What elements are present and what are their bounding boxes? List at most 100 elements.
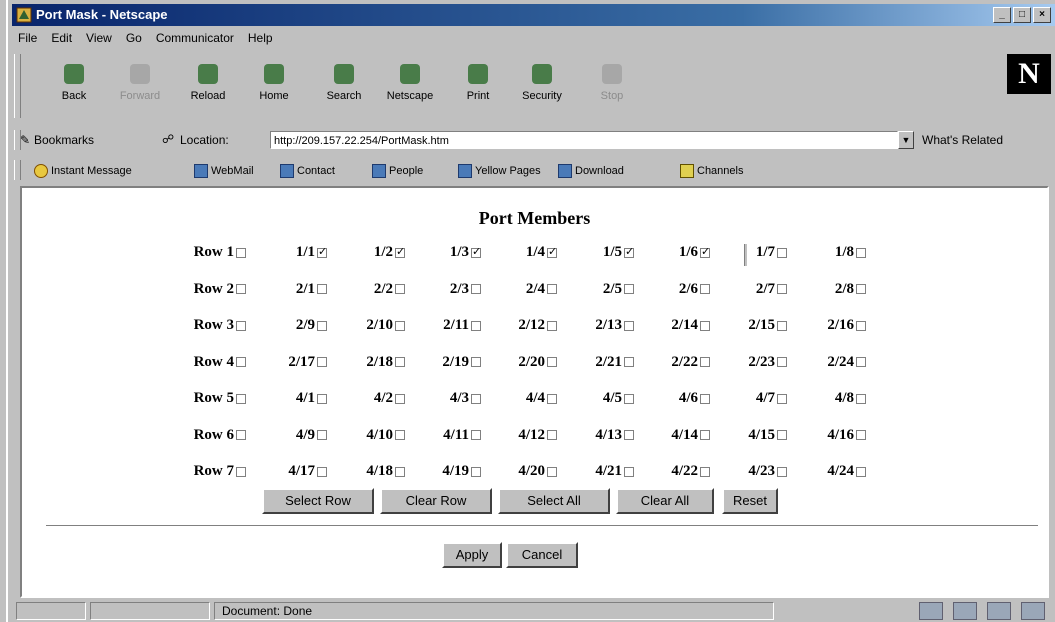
apply-button[interactable]: Apply [442,542,502,568]
checkbox[interactable] [700,284,710,294]
checkbox[interactable] [700,357,710,367]
checkbox[interactable] [624,284,634,294]
port-1-3[interactable]: 1/3 [450,244,481,261]
port-4-16[interactable]: 4/16 [827,427,866,444]
row-2-select[interactable]: Row 2 [194,281,246,298]
port-4-1[interactable]: 4/1 [296,390,327,407]
row-6-select[interactable]: Row 6 [194,427,246,444]
checkbox[interactable] [856,247,866,258]
port-2-20[interactable]: 2/20 [518,354,557,371]
links-grip[interactable] [14,160,21,180]
checkbox[interactable] [777,284,787,294]
checkbox[interactable] [624,393,634,404]
row-4-select[interactable]: Row 4 [194,354,246,371]
checkbox[interactable] [317,320,327,331]
port-2-2[interactable]: 2/2 [374,281,405,298]
cancel-button[interactable]: Cancel [506,542,578,568]
checkbox[interactable] [236,393,246,404]
checkbox[interactable] [856,320,866,331]
checkbox[interactable] [624,245,634,258]
port-4-20[interactable]: 4/20 [518,463,557,480]
mail-icon[interactable] [953,602,977,620]
checkbox[interactable] [547,393,557,404]
checkbox[interactable] [317,284,327,294]
menu-go[interactable]: Go [126,31,142,45]
link-channels[interactable]: Channels [680,164,743,178]
menu-help[interactable]: Help [248,31,273,45]
back-button[interactable]: Back [44,54,104,120]
checkbox[interactable] [236,284,246,294]
checkbox[interactable] [624,357,634,367]
checkbox[interactable] [395,245,405,258]
clear-all-button[interactable]: Clear All [616,488,714,514]
port-4-12[interactable]: 4/12 [518,427,557,444]
checkbox[interactable] [856,393,866,404]
port-1-2[interactable]: 1/2 [374,244,405,261]
checkbox[interactable] [317,430,327,440]
checkbox[interactable] [547,284,557,294]
port-4-23[interactable]: 4/23 [748,463,787,480]
port-4-4[interactable]: 4/4 [526,390,557,407]
port-4-24[interactable]: 4/24 [827,463,866,480]
port-2-5[interactable]: 2/5 [603,281,634,298]
port-4-10[interactable]: 4/10 [366,427,405,444]
checkbox[interactable] [856,284,866,294]
port-2-10[interactable]: 2/10 [366,317,405,334]
port-2-13[interactable]: 2/13 [595,317,634,334]
port-4-6[interactable]: 4/6 [679,390,710,407]
row-3-select[interactable]: Row 3 [194,317,246,334]
checkbox[interactable] [777,320,787,331]
checkbox[interactable] [317,466,327,477]
port-2-18[interactable]: 2/18 [366,354,405,371]
port-4-3[interactable]: 4/3 [450,390,481,407]
navigator-icon[interactable] [919,602,943,620]
checkbox[interactable] [395,430,405,440]
checkbox[interactable] [547,357,557,367]
port-2-9[interactable]: 2/9 [296,317,327,334]
search-button[interactable]: Search [314,54,374,120]
checkbox[interactable] [395,320,405,331]
toolbar-grip[interactable] [14,54,21,118]
port-2-7[interactable]: 2/7 [756,281,787,298]
url-dropdown[interactable]: ▼ [898,131,914,149]
link-instant-message[interactable]: Instant Message [34,164,132,178]
port-2-22[interactable]: 2/22 [671,354,710,371]
link-contact[interactable]: Contact [280,164,335,178]
checkbox[interactable] [700,430,710,440]
select-all-button[interactable]: Select All [498,488,610,514]
port-2-16[interactable]: 2/16 [827,317,866,334]
checkbox[interactable] [856,466,866,477]
port-1-5[interactable]: 1/5 [603,244,634,261]
port-2-19[interactable]: 2/19 [442,354,481,371]
clear-row-button[interactable]: Clear Row [380,488,492,514]
checkbox[interactable] [395,466,405,477]
maximize-button[interactable]: □ [1013,7,1031,23]
port-2-15[interactable]: 2/15 [748,317,787,334]
port-2-14[interactable]: 2/14 [671,317,710,334]
port-2-3[interactable]: 2/3 [450,281,481,298]
forward-button[interactable]: Forward [110,54,170,120]
checkbox[interactable] [547,245,557,258]
home-button[interactable]: Home [244,54,304,120]
port-4-13[interactable]: 4/13 [595,427,634,444]
menu-communicator[interactable]: Communicator [156,31,234,45]
port-2-8[interactable]: 2/8 [835,281,866,298]
row-7-select[interactable]: Row 7 [194,463,246,480]
netscape-logo[interactable]: N [1007,54,1051,94]
checkbox[interactable] [236,247,246,258]
url-field[interactable]: http://209.157.22.254/PortMask.htm [270,131,898,149]
checkbox[interactable] [547,430,557,440]
port-1-4[interactable]: 1/4 [526,244,557,261]
port-1-7[interactable]: 1/7 [756,244,787,261]
checkbox[interactable] [856,357,866,367]
netscape-button[interactable]: Netscape [380,54,440,120]
stop-button[interactable]: Stop [582,54,642,120]
link-people[interactable]: People [372,164,423,178]
checkbox[interactable] [471,284,481,294]
security-button[interactable]: Security [512,54,572,120]
whats-related-button[interactable]: What's Related [922,133,1003,147]
select-row-button[interactable]: Select Row [262,488,374,514]
reload-button[interactable]: Reload [178,54,238,120]
port-2-24[interactable]: 2/24 [827,354,866,371]
checkbox[interactable] [395,357,405,367]
